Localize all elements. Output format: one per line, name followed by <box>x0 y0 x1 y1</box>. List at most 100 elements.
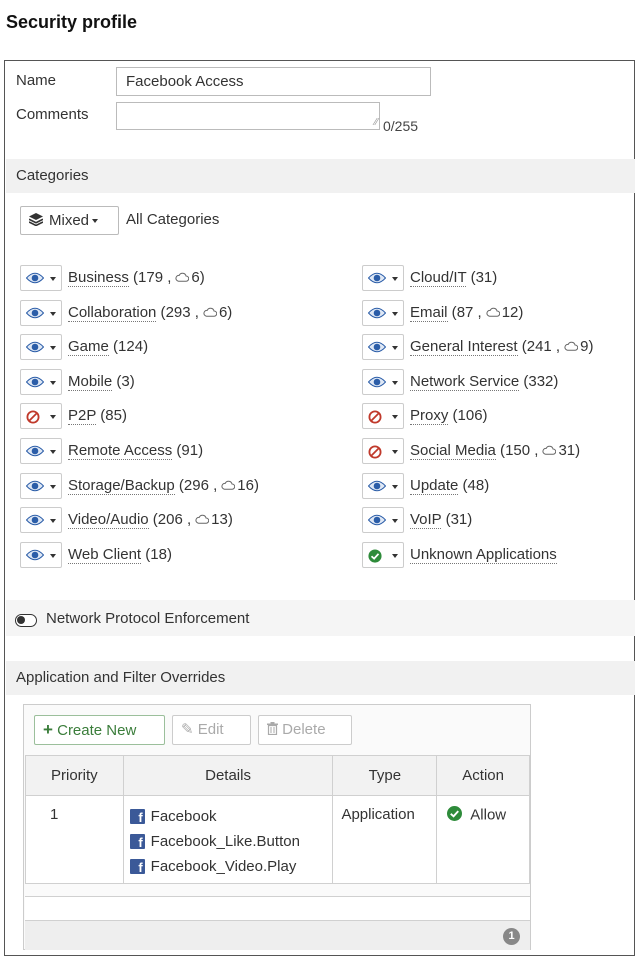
category-action-dropdown[interactable] <box>362 438 404 464</box>
name-input[interactable]: Facebook Access <box>116 67 431 96</box>
mixed-label: Mixed <box>49 212 90 229</box>
category-name: Business <box>68 269 129 287</box>
layers-icon <box>28 208 45 235</box>
row-count-badge: 1 <box>503 928 520 945</box>
category-label[interactable]: Game (124) <box>68 338 148 356</box>
column-header-details[interactable]: Details <box>122 755 334 796</box>
detail-app-name: Facebook <box>150 808 217 825</box>
name-label: Name <box>16 72 57 89</box>
column-header-action[interactable]: Action <box>436 755 530 796</box>
category-label[interactable]: Mobile (3) <box>68 373 135 391</box>
category-count-value: 124 <box>118 338 144 355</box>
category-name: Update <box>410 477 459 495</box>
category-label[interactable]: Remote Access (91) <box>68 442 204 460</box>
cloud-icon <box>171 269 191 286</box>
category-count-value: 91 <box>181 442 199 459</box>
overrides-section-header: Application and Filter Overrides <box>6 661 635 695</box>
mixed-action-dropdown[interactable]: Mixed <box>20 206 119 235</box>
category-count: (293 , 6) <box>156 304 233 321</box>
column-header-type[interactable]: Type <box>332 755 438 796</box>
category-label[interactable]: VoIP (31) <box>410 511 472 529</box>
action-label: Allow <box>470 806 507 824</box>
chevron-down-icon <box>392 554 398 558</box>
category-action-dropdown[interactable] <box>20 369 62 395</box>
category-name: Storage/Backup <box>68 477 175 495</box>
category-action-dropdown[interactable] <box>20 334 62 360</box>
protocol-enforcement-toggle[interactable] <box>15 614 37 627</box>
category-action-dropdown[interactable] <box>20 438 62 464</box>
category-action-dropdown[interactable] <box>20 300 62 326</box>
cloud-icon <box>217 477 237 494</box>
category-count: (106) <box>448 407 488 424</box>
chevron-down-icon <box>50 450 56 454</box>
category-label[interactable]: Business (179 , 6) <box>68 269 205 287</box>
category-count-value: 18 <box>150 546 167 563</box>
category-count-value: 3 <box>121 373 130 390</box>
category-count-value: 296 <box>183 477 209 494</box>
category-label[interactable]: Video/Audio (206 , 13) <box>68 511 233 529</box>
category-name: P2P <box>68 407 97 425</box>
category-action-dropdown[interactable] <box>20 403 62 429</box>
category-action-dropdown[interactable] <box>362 265 404 291</box>
chevron-down-icon <box>50 381 56 385</box>
category-count: (241 , 9) <box>517 338 594 355</box>
category-count: (206 , 13) <box>148 511 233 528</box>
comments-input[interactable]: ⁄⁄ <box>116 102 380 130</box>
category-cloud-count: 13 <box>211 511 228 528</box>
delete-button[interactable]: Delete <box>258 715 352 745</box>
toggle-knob <box>17 616 25 624</box>
category-action-dropdown[interactable] <box>20 473 62 499</box>
category-count-value: 48 <box>467 477 485 494</box>
category-label[interactable]: Email (87 , 12) <box>410 304 523 322</box>
category-count-value: 150 <box>505 442 531 459</box>
chevron-down-icon <box>392 485 398 489</box>
edit-label: Edit <box>197 721 224 738</box>
category-action-dropdown[interactable] <box>20 265 62 291</box>
check-circle-icon <box>447 806 463 825</box>
category-count: (150 , 31) <box>495 442 581 459</box>
column-header-priority[interactable]: Priority <box>25 755 124 796</box>
plus-icon: + <box>43 720 53 739</box>
category-action-dropdown[interactable] <box>362 542 404 568</box>
category-label[interactable]: Update (48) <box>410 477 489 495</box>
category-action-dropdown[interactable] <box>362 369 404 395</box>
category-action-dropdown[interactable] <box>362 473 404 499</box>
comments-label: Comments <box>16 106 89 123</box>
category-label[interactable]: Proxy (106) <box>410 407 488 425</box>
category-count-value: 87 <box>456 304 474 321</box>
category-cloud-count: 31 <box>558 442 576 459</box>
category-name: Social Media <box>410 442 496 460</box>
category-label[interactable]: Web Client (18) <box>68 546 172 564</box>
detail-app-name: Facebook_Like.Button <box>150 833 300 850</box>
table-row[interactable]: 1 f Facebook f Facebook_Like.Button f Faceb… <box>25 795 530 884</box>
resize-grip-icon[interactable]: ⁄⁄ <box>375 118 378 128</box>
cloud-icon <box>191 511 211 528</box>
category-count: (91) <box>172 442 204 459</box>
category-action-dropdown[interactable] <box>20 542 62 568</box>
protocol-enforcement-label: Network Protocol Enforcement <box>46 610 250 627</box>
chevron-down-icon <box>392 277 398 281</box>
create-new-button[interactable]: + Create New <box>34 715 165 745</box>
category-action-dropdown[interactable] <box>20 507 62 533</box>
edit-button[interactable]: ✎ Edit <box>172 715 251 745</box>
category-name: Game <box>68 338 109 356</box>
category-label[interactable]: P2P (85) <box>68 407 127 425</box>
category-label[interactable]: General Interest (241 , 9) <box>410 338 594 356</box>
category-label[interactable]: Cloud/IT (31) <box>410 269 497 287</box>
category-name: Unknown Applications <box>410 546 557 564</box>
category-label[interactable]: Network Service (332) <box>410 373 558 391</box>
category-action-dropdown[interactable] <box>362 403 404 429</box>
category-action-dropdown[interactable] <box>362 300 404 326</box>
detail-app-item: f Facebook <box>124 804 333 829</box>
category-label[interactable]: Unknown Applications <box>410 546 557 564</box>
category-name: Remote Access <box>68 442 173 460</box>
category-label[interactable]: Collaboration (293 , 6) <box>68 304 233 322</box>
chevron-down-icon <box>50 554 56 558</box>
chevron-down-icon <box>50 415 56 419</box>
category-action-dropdown[interactable] <box>362 507 404 533</box>
category-action-dropdown[interactable] <box>362 334 404 360</box>
category-label[interactable]: Storage/Backup (296 , 16) <box>68 477 259 495</box>
category-cloud-count: 9 <box>580 338 589 355</box>
category-label[interactable]: Social Media (150 , 31) <box>410 442 581 460</box>
chevron-down-icon <box>392 415 398 419</box>
